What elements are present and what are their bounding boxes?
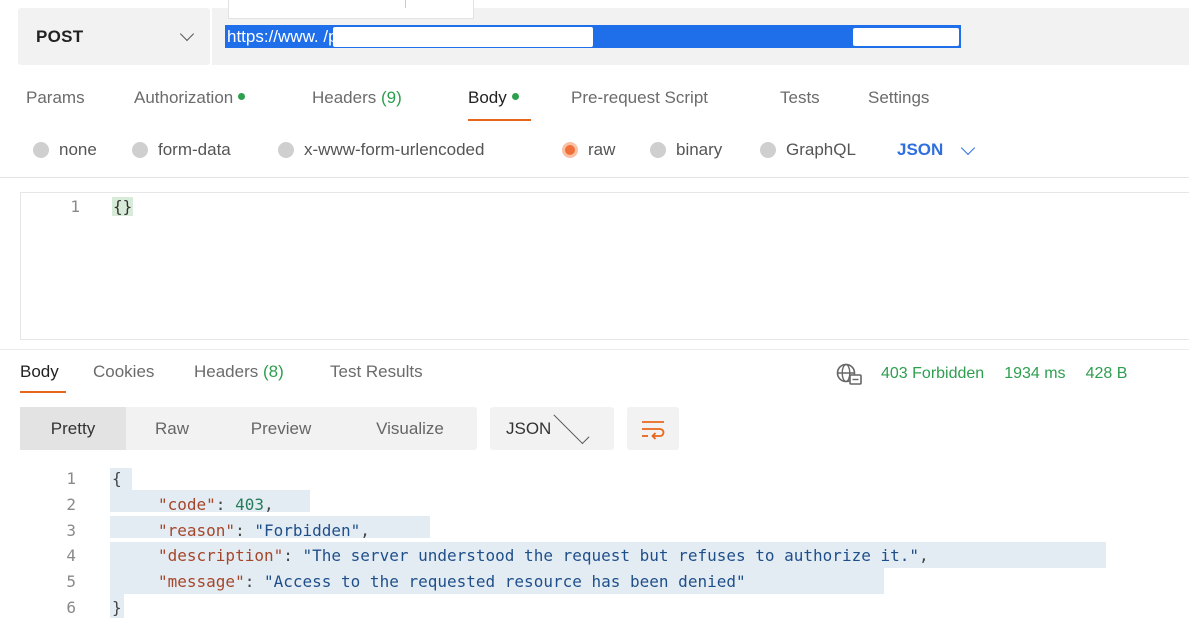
tab-settings[interactable]: Settings bbox=[868, 88, 929, 108]
autocomplete-popup bbox=[228, 0, 474, 19]
line-number: 3 bbox=[66, 521, 76, 540]
body-language-label: JSON bbox=[897, 140, 944, 159]
json-open-brace: { bbox=[112, 469, 122, 488]
response-status-bar: 403 Forbidden 1934 ms 428 B bbox=[835, 362, 1147, 386]
tab-headers[interactable]: Headers (9) bbox=[312, 88, 402, 108]
redaction bbox=[853, 28, 959, 46]
radio-circle-icon bbox=[132, 142, 148, 158]
wrap-lines-button[interactable] bbox=[627, 407, 679, 450]
json-close-brace: } bbox=[112, 598, 122, 617]
json-line: "reason": "Forbidden", bbox=[158, 521, 370, 540]
line-number: 1 bbox=[70, 197, 80, 216]
request-body-code: {} bbox=[112, 197, 134, 216]
radio-x-www-form-urlencoded[interactable]: x-www-form-urlencoded bbox=[278, 140, 484, 160]
response-view-tabs: Pretty Raw Preview Visualize bbox=[20, 407, 477, 450]
radio-none[interactable]: none bbox=[33, 140, 97, 160]
body-language-select[interactable]: JSON bbox=[897, 140, 976, 160]
radio-binary[interactable]: binary bbox=[650, 140, 722, 160]
line-number: 6 bbox=[66, 598, 76, 617]
radio-circle-icon bbox=[278, 142, 294, 158]
request-body-editor[interactable] bbox=[20, 192, 1189, 340]
globe-network-icon[interactable] bbox=[835, 362, 863, 386]
radio-graphql[interactable]: GraphQL bbox=[760, 140, 856, 160]
radio-circle-icon bbox=[760, 142, 776, 158]
chevron-down-icon bbox=[961, 140, 976, 155]
response-tab-cookies[interactable]: Cookies bbox=[93, 362, 154, 382]
status-dot-icon bbox=[511, 93, 519, 101]
response-tab-headers[interactable]: Headers (8) bbox=[194, 362, 284, 382]
json-line: "description": "The server understood th… bbox=[158, 546, 929, 565]
active-tab-indicator bbox=[20, 391, 66, 393]
header-count: (9) bbox=[381, 88, 402, 107]
status-dot-icon bbox=[238, 93, 246, 101]
line-number: 4 bbox=[66, 546, 76, 565]
response-tab-test-results[interactable]: Test Results bbox=[330, 362, 423, 382]
tab-pre-request-script[interactable]: Pre-request Script bbox=[571, 88, 708, 108]
response-time[interactable]: 1934 ms bbox=[1004, 365, 1065, 383]
radio-raw[interactable]: raw bbox=[562, 140, 615, 160]
method-label: POST bbox=[36, 26, 84, 46]
json-line: "message": "Access to the requested reso… bbox=[158, 572, 746, 591]
tab-body[interactable]: Body bbox=[468, 88, 519, 108]
header-count: (8) bbox=[263, 362, 284, 381]
tab-authorization[interactable]: Authorization bbox=[134, 88, 246, 108]
json-line: "code": 403, bbox=[158, 495, 274, 514]
radio-selected-icon bbox=[562, 142, 578, 158]
response-format-select[interactable]: JSON bbox=[490, 407, 614, 450]
view-tab-pretty[interactable]: Pretty bbox=[20, 407, 126, 450]
active-tab-indicator bbox=[468, 119, 531, 121]
response-format-label: JSON bbox=[506, 418, 552, 438]
tab-tests[interactable]: Tests bbox=[780, 88, 820, 108]
line-number: 1 bbox=[66, 469, 76, 488]
line-number: 2 bbox=[66, 495, 76, 514]
redaction bbox=[333, 27, 593, 47]
chevron-down-icon bbox=[553, 408, 590, 444]
status-code[interactable]: 403 Forbidden bbox=[881, 365, 984, 383]
view-tab-preview[interactable]: Preview bbox=[226, 407, 336, 450]
radio-form-data[interactable]: form-data bbox=[132, 140, 231, 160]
chevron-down-icon bbox=[179, 26, 195, 42]
radio-circle-icon bbox=[650, 142, 666, 158]
method-select[interactable]: POST bbox=[18, 8, 210, 65]
divider bbox=[0, 177, 1189, 178]
url-input[interactable]: https://www. /process-engine/rt/send_dat bbox=[225, 25, 961, 48]
response-tab-body[interactable]: Body bbox=[20, 362, 59, 382]
wrap-lines-icon bbox=[642, 420, 665, 440]
response-size[interactable]: 428 B bbox=[1086, 365, 1128, 383]
radio-circle-icon bbox=[33, 142, 49, 158]
divider bbox=[0, 349, 1189, 350]
tab-params[interactable]: Params bbox=[26, 88, 85, 108]
view-tab-visualize[interactable]: Visualize bbox=[352, 407, 468, 450]
line-number: 5 bbox=[66, 572, 76, 591]
view-tab-raw[interactable]: Raw bbox=[126, 407, 218, 450]
